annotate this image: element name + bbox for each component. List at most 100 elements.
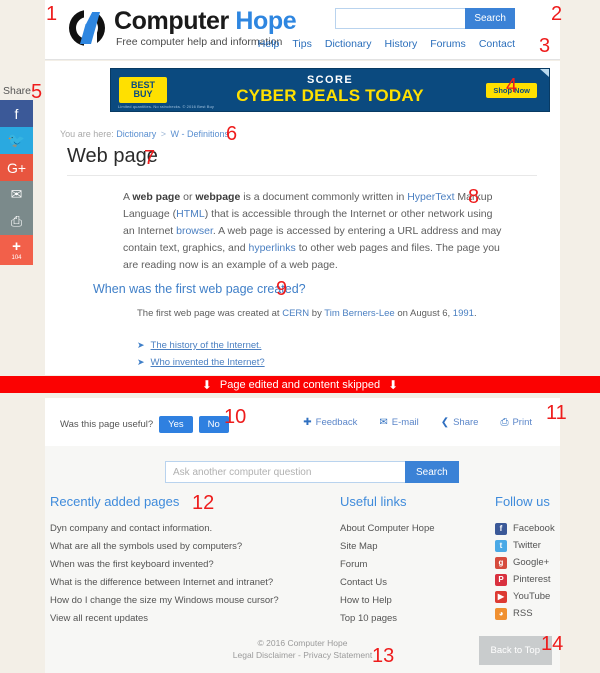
share-twitter-icon[interactable]: 🐦 (0, 127, 33, 154)
list-item[interactable]: Forum (340, 556, 470, 574)
youtube-icon: ▶ (495, 590, 507, 603)
breadcrumb: You are here: Dictionary > W - Definitio… (60, 129, 229, 139)
para-link-html[interactable]: HTML (176, 208, 205, 220)
annotation-11: 11 (546, 402, 567, 424)
header-search-button[interactable]: Search (465, 8, 515, 29)
share-facebook-icon[interactable]: f (0, 100, 33, 127)
sub-link-cern[interactable]: CERN (282, 308, 309, 319)
share-email-icon[interactable]: ✉ (0, 181, 33, 208)
list-item[interactable]: ➤ The history of the Internet. (137, 337, 265, 354)
share-count-value: 104 (11, 255, 22, 261)
arrow-bullet-icon: ➤ (137, 357, 145, 367)
list-item[interactable]: P Pinterest (495, 571, 600, 588)
nav-item-forums[interactable]: Forums (430, 38, 466, 50)
envelope-icon: ✉ (379, 417, 388, 428)
share-label: Share (3, 85, 32, 97)
footer-search: Search (165, 461, 459, 483)
list-item[interactable]: ◕ RSS (495, 605, 600, 622)
list-item[interactable]: ➤ Who invented the Internet? (137, 354, 265, 371)
primary-navigation: Help Tips Dictionary History Forums Cont… (258, 38, 515, 50)
sub-link-1991[interactable]: 1991 (453, 308, 474, 319)
list-item[interactable]: Contact Us (340, 574, 470, 592)
list-item[interactable]: What are all the symbols used by compute… (50, 538, 300, 556)
list-item[interactable]: What is the difference between Internet … (50, 574, 300, 592)
list-item[interactable]: When was the first keyboard invented? (50, 556, 300, 574)
follow-label-youtube: YouTube (513, 591, 551, 602)
share-print-icon[interactable]: ⎙ (0, 208, 33, 235)
para-bold-webpage-1: web page (132, 191, 181, 203)
nav-item-history[interactable]: History (385, 38, 418, 50)
list-item[interactable]: ▶ YouTube (495, 588, 600, 605)
share-sidebar: Share f 🐦 G+ ✉ ⎙ + 104 (0, 85, 33, 265)
pinterest-icon: P (495, 573, 507, 586)
annotation-7: 7 (144, 147, 156, 169)
para-bold-webpage-2: webpage (195, 191, 241, 203)
para-text-1: A (123, 191, 133, 203)
nav-item-dictionary[interactable]: Dictionary (325, 38, 372, 50)
nav-item-tips[interactable]: Tips (292, 38, 311, 50)
list-item[interactable]: Dyn company and contact information. (50, 520, 300, 538)
print-action[interactable]: ⎙ Print (500, 417, 532, 428)
share-icon: ❮ (440, 417, 450, 428)
annotation-2: 2 (551, 3, 563, 25)
share-count-plus: + (12, 238, 21, 255)
annotation-1: 1 (46, 3, 58, 25)
para-link-hypertext[interactable]: HyperText (407, 191, 454, 203)
list-item[interactable]: Top 10 pages (340, 610, 470, 628)
legal-disclaimer-link[interactable]: Legal Disclaimer (233, 650, 296, 660)
ad-headline-top: SCORE (306, 74, 354, 86)
para-link-browser[interactable]: browser (176, 225, 213, 237)
breadcrumb-separator: > (160, 129, 167, 139)
computer-hope-logo-icon (67, 8, 107, 48)
footer-search-input[interactable] (165, 461, 405, 483)
feedback-action[interactable]: ✚ Feedback (303, 417, 357, 428)
footer-column-useful-links: Useful links About Computer Hope Site Ma… (340, 494, 470, 628)
logo-title: Computer Hope (114, 6, 297, 35)
follow-label-rss: RSS (513, 608, 533, 619)
list-item[interactable]: Site Map (340, 538, 470, 556)
useful-yes-button[interactable]: Yes (159, 416, 193, 433)
para-link-hyperlinks[interactable]: hyperlinks (249, 242, 296, 254)
logo-word-computer: Computer (114, 6, 229, 35)
arrow-bullet-icon: ➤ (137, 340, 145, 350)
list-item[interactable]: t Twitter (495, 537, 600, 554)
useful-links-list: About Computer Hope Site Map Forum Conta… (340, 520, 470, 628)
breadcrumb-link-w-definitions[interactable]: W - Definitions (171, 129, 230, 139)
list-item[interactable]: g Google+ (495, 554, 600, 571)
email-action[interactable]: ✉ E-mail (379, 417, 418, 428)
related-link-history-internet[interactable]: The history of the Internet. (151, 337, 262, 354)
annotation-3: 3 (539, 35, 551, 57)
related-links-list: ➤ The history of the Internet. ➤ Who inv… (137, 337, 265, 371)
list-item[interactable]: f Facebook (495, 520, 600, 537)
sub-link-tim-berners-lee[interactable]: Tim Berners-Lee (324, 308, 394, 319)
printer-icon: ⎙ (500, 417, 509, 428)
nav-item-contact[interactable]: Contact (479, 38, 515, 50)
nav-item-help[interactable]: Help (258, 38, 280, 50)
list-item[interactable]: About Computer Hope (340, 520, 470, 538)
sub-text-2: by (309, 308, 325, 319)
banner-ad[interactable]: BEST BUY SCORE CYBER DEALS TODAY Shop No… (110, 68, 550, 112)
page-actions: ✚ Feedback ✉ E-mail ❮ Share ⎙ Print (303, 417, 532, 428)
share-action[interactable]: ❮ Share (441, 417, 479, 428)
title-divider (67, 175, 537, 176)
annotation-4: 4 (506, 75, 518, 97)
related-link-who-invented-internet[interactable]: Who invented the Internet? (151, 354, 265, 371)
plus-icon: ✚ (303, 417, 312, 428)
section-paragraph: The first web page was created at CERN b… (137, 306, 537, 321)
recently-added-list: Dyn company and contact information. Wha… (50, 520, 300, 628)
share-count-button[interactable]: + 104 (0, 235, 33, 265)
breadcrumb-link-dictionary[interactable]: Dictionary (116, 129, 156, 139)
breadcrumb-prefix: You are here: (60, 129, 114, 139)
header-search-input[interactable] (335, 8, 466, 29)
annotation-5: 5 (31, 81, 43, 103)
annotation-9: 9 (276, 278, 288, 300)
list-item[interactable]: How do I change the size my Windows mous… (50, 592, 300, 610)
definition-paragraph: A web page or webpage is a document comm… (123, 189, 503, 274)
sub-text-4: . (473, 308, 477, 319)
list-item[interactable]: View all recent updates (50, 610, 300, 628)
footer-search-button[interactable]: Search (405, 461, 459, 483)
page-useful-question: Was this page useful? (60, 419, 154, 430)
privacy-statement-link[interactable]: Privacy Statement (303, 650, 372, 660)
share-googleplus-icon[interactable]: G+ (0, 154, 33, 181)
list-item[interactable]: How to Help (340, 592, 470, 610)
